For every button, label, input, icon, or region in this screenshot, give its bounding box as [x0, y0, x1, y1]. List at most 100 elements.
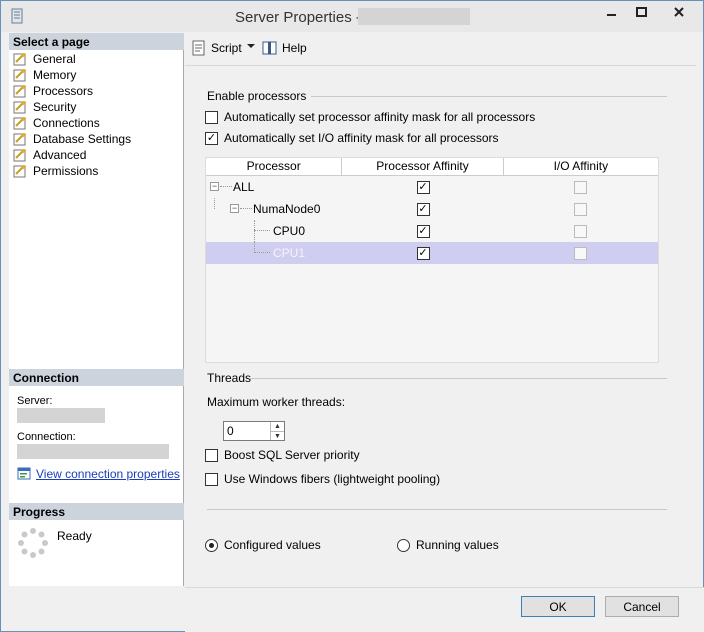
server-label: Server: — [17, 395, 53, 407]
max-worker-threads-label: Maximum worker threads: — [207, 395, 346, 409]
running-values-radio[interactable] — [397, 538, 410, 552]
page-item-label: Database Settings — [33, 132, 132, 146]
affinity-cell — [342, 202, 503, 216]
close-icon — [673, 7, 684, 17]
maximize-icon — [635, 7, 647, 17]
maximize-button[interactable] — [627, 2, 655, 22]
auto-io-affinity-row[interactable]: Automatically set I/O affinity mask for … — [205, 131, 499, 145]
cancel-button[interactable]: Cancel — [605, 596, 679, 617]
group-divider — [311, 96, 667, 97]
page-item-security[interactable]: Security — [13, 99, 131, 115]
page-item-label: Security — [33, 100, 77, 114]
wrench-page-icon — [13, 85, 26, 98]
wrench-page-icon — [13, 133, 26, 146]
column-header-processor-affinity[interactable]: Processor Affinity — [342, 158, 504, 175]
chevron-down-icon — [247, 44, 255, 48]
progress-spinner-icon — [18, 528, 48, 558]
wrench-page-icon — [13, 101, 26, 114]
table-row[interactable]: − ALL — [206, 176, 658, 198]
wrench-page-icon — [13, 53, 26, 66]
affinity-cell — [342, 180, 503, 194]
ok-button[interactable]: OK — [521, 596, 595, 617]
affinity-checkbox[interactable] — [416, 224, 430, 238]
wrench-page-icon — [13, 165, 26, 178]
page-item-advanced[interactable]: Advanced — [13, 147, 131, 163]
affinity-cell — [342, 224, 503, 238]
running-values-option[interactable]: Running values — [397, 538, 499, 552]
auto-processor-affinity-checkbox[interactable] — [205, 110, 218, 124]
title-bar[interactable]: Server Properties - — [1, 1, 703, 32]
configured-values-radio[interactable] — [205, 538, 218, 552]
column-header-io-affinity[interactable]: I/O Affinity — [504, 158, 658, 175]
tree-connector — [254, 220, 255, 242]
collapse-icon[interactable]: − — [230, 204, 239, 213]
page-item-memory[interactable]: Memory — [13, 67, 131, 83]
max-worker-threads-value[interactable]: 0 — [224, 422, 270, 440]
io-affinity-cell — [504, 202, 658, 216]
io-affinity-cell — [504, 246, 658, 260]
column-header-processor[interactable]: Processor — [206, 158, 343, 175]
wrench-page-icon — [13, 117, 26, 130]
tree-connector — [240, 208, 252, 209]
tree-connector — [220, 186, 232, 187]
auto-io-affinity-label: Automatically set I/O affinity mask for … — [224, 131, 499, 145]
boost-priority-row[interactable]: Boost SQL Server priority — [205, 448, 360, 462]
help-button[interactable]: Help — [262, 40, 307, 56]
minimize-button[interactable] — [598, 2, 626, 22]
script-dropdown-arrow[interactable] — [247, 42, 255, 50]
io-affinity-checkbox[interactable] — [574, 202, 588, 216]
page-item-processors[interactable]: Processors — [13, 83, 131, 99]
spin-down-arrow-icon[interactable]: ▼ — [271, 432, 284, 441]
processor-name: CPU1 — [273, 246, 306, 260]
left-panel: Select a page General Memory Processors … — [9, 33, 184, 586]
view-connection-properties-row[interactable]: View connection properties — [17, 467, 180, 481]
auto-processor-affinity-row[interactable]: Automatically set processor affinity mas… — [205, 110, 535, 124]
page-list: General Memory Processors Security Conne… — [13, 51, 131, 179]
io-affinity-cell — [504, 224, 658, 238]
page-item-general[interactable]: General — [13, 51, 131, 67]
connection-label: Connection: — [17, 431, 76, 443]
windows-fibers-checkbox[interactable] — [205, 472, 218, 486]
page-item-permissions[interactable]: Permissions — [13, 163, 131, 179]
boost-priority-checkbox[interactable] — [205, 448, 218, 462]
spin-up-arrow-icon[interactable]: ▲ — [271, 422, 284, 432]
processor-cell: − NumaNode0 — [206, 198, 342, 220]
minimize-icon — [607, 14, 616, 16]
max-worker-threads-spinner[interactable]: 0 ▲ ▼ — [223, 421, 285, 441]
processor-grid[interactable]: Processor Processor Affinity I/O Affinit… — [205, 157, 659, 363]
processors-page: Enable processors Automatically set proc… — [185, 67, 696, 585]
processor-name: NumaNode0 — [253, 202, 321, 216]
auto-io-affinity-checkbox[interactable] — [205, 131, 218, 145]
properties-icon — [17, 467, 31, 480]
divider — [207, 509, 667, 510]
affinity-checkbox[interactable] — [416, 180, 430, 194]
io-affinity-checkbox[interactable] — [574, 246, 588, 260]
table-row[interactable]: CPU1 — [206, 242, 658, 264]
windows-fibers-label: Use Windows fibers (lightweight pooling) — [224, 472, 441, 486]
page-item-label: Memory — [33, 68, 77, 82]
page-item-connections[interactable]: Connections — [13, 115, 131, 131]
wrench-page-icon — [13, 149, 26, 162]
script-button[interactable]: Script — [191, 40, 242, 56]
table-row[interactable]: − NumaNode0 — [206, 198, 658, 220]
io-affinity-checkbox[interactable] — [574, 180, 588, 194]
configured-values-option[interactable]: Configured values — [205, 538, 321, 552]
running-values-label: Running values — [416, 538, 499, 552]
wrench-page-icon — [13, 69, 26, 82]
tree-connector — [214, 198, 215, 209]
affinity-checkbox[interactable] — [416, 246, 430, 260]
windows-fibers-row[interactable]: Use Windows fibers (lightweight pooling) — [205, 472, 440, 486]
redacted-connection-value — [17, 444, 169, 459]
window-title: Server Properties - — [235, 9, 361, 26]
connection-header: Connection — [9, 369, 184, 386]
table-row[interactable]: CPU0 — [206, 220, 658, 242]
collapse-icon[interactable]: − — [210, 182, 219, 191]
configured-values-label: Configured values — [224, 538, 321, 552]
page-item-database-settings[interactable]: Database Settings — [13, 131, 131, 147]
io-affinity-checkbox[interactable] — [574, 224, 588, 238]
close-button[interactable] — [656, 2, 701, 22]
affinity-checkbox[interactable] — [416, 202, 430, 216]
view-connection-properties-link[interactable]: View connection properties — [36, 467, 180, 481]
redacted-server-name — [358, 8, 470, 25]
toolbar: Script Help — [185, 33, 696, 66]
